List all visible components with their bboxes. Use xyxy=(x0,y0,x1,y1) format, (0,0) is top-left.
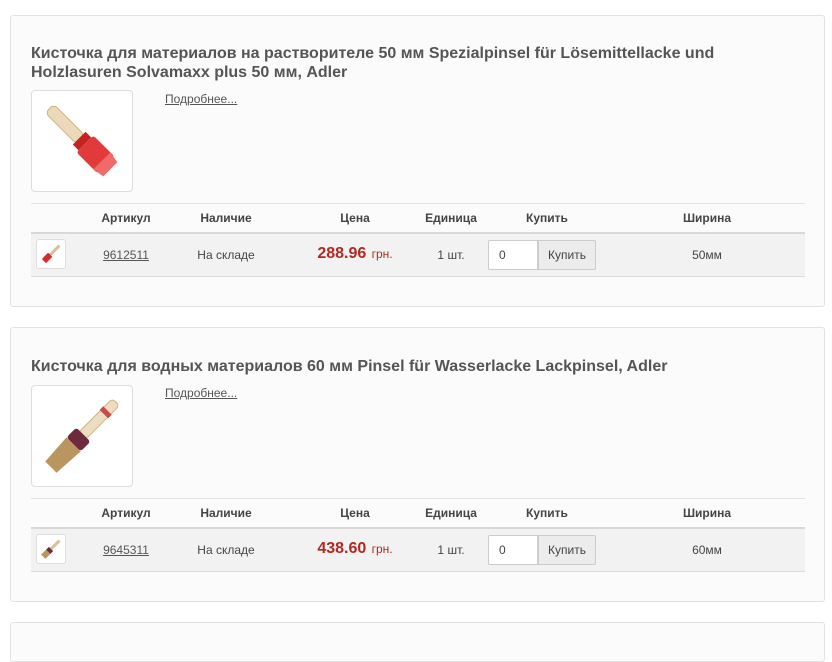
more-details-link[interactable]: Подробнее... xyxy=(165,386,237,400)
currency: грн. xyxy=(371,542,393,556)
header-article: Артикул xyxy=(101,506,151,520)
price-value: 438.60 xyxy=(317,540,367,557)
header-buy: Купить xyxy=(526,506,568,520)
unit: 1 шт. xyxy=(437,248,465,262)
product-card xyxy=(10,622,825,662)
more-details-link[interactable]: Подробнее... xyxy=(165,92,237,106)
header-price: Цена xyxy=(340,506,370,520)
paintbrush-natural-icon xyxy=(41,539,61,559)
width-value: 60мм xyxy=(692,543,722,557)
price: 288.96 грн. xyxy=(317,245,392,263)
currency: грн. xyxy=(371,247,393,261)
quantity-input[interactable] xyxy=(488,535,538,565)
table-row: 9645311 На складе 438.60 грн. 1 шт. Купи… xyxy=(31,529,805,572)
product-image[interactable] xyxy=(31,385,133,487)
paintbrush-natural-icon xyxy=(45,399,119,473)
table-row: 9612511 На складе 288.96 грн. 1 шт. Купи… xyxy=(31,234,805,277)
paintbrush-red-icon xyxy=(46,105,118,177)
paintbrush-red-icon xyxy=(42,244,61,263)
product-image[interactable] xyxy=(31,90,133,192)
quantity-input[interactable] xyxy=(488,240,538,270)
product-card: Кисточка для водных материалов 60 мм Pin… xyxy=(10,327,825,602)
product-card: Кисточка для материалов на растворителе … xyxy=(10,15,825,307)
buy-button[interactable]: Купить xyxy=(538,535,596,565)
availability-status: На складе xyxy=(197,248,255,262)
product-title[interactable]: Кисточка для водных материалов 60 мм Pin… xyxy=(31,357,771,376)
header-availability: Наличие xyxy=(200,506,252,520)
sku-link[interactable]: 9645311 xyxy=(103,543,149,557)
header-width: Ширина xyxy=(682,211,732,225)
row-thumbnail[interactable] xyxy=(36,534,66,564)
sku-link[interactable]: 9612511 xyxy=(103,248,149,262)
price: 438.60 грн. xyxy=(317,540,392,558)
table-header: Артикул Наличие Цена Единица Купить Шири… xyxy=(31,498,805,529)
width-value: 50мм xyxy=(692,248,722,262)
header-price: Цена xyxy=(340,211,370,225)
availability-status: На складе xyxy=(197,543,255,557)
variants-table: Артикул Наличие Цена Единица Купить Шири… xyxy=(31,498,805,572)
variants-table: Артикул Наличие Цена Единица Купить Шири… xyxy=(31,203,805,277)
table-header: Артикул Наличие Цена Единица Купить Шири… xyxy=(31,203,805,234)
header-article: Артикул xyxy=(101,211,151,225)
row-thumbnail[interactable] xyxy=(36,239,66,269)
header-width: Ширина xyxy=(682,506,732,520)
header-unit: Единица xyxy=(425,211,477,225)
header-unit: Единица xyxy=(425,506,477,520)
product-title[interactable]: Кисточка для материалов на растворителе … xyxy=(31,44,771,82)
buy-button[interactable]: Купить xyxy=(538,240,596,270)
header-buy: Купить xyxy=(526,211,568,225)
price-value: 288.96 xyxy=(317,245,367,262)
header-availability: Наличие xyxy=(200,211,252,225)
unit: 1 шт. xyxy=(437,543,465,557)
